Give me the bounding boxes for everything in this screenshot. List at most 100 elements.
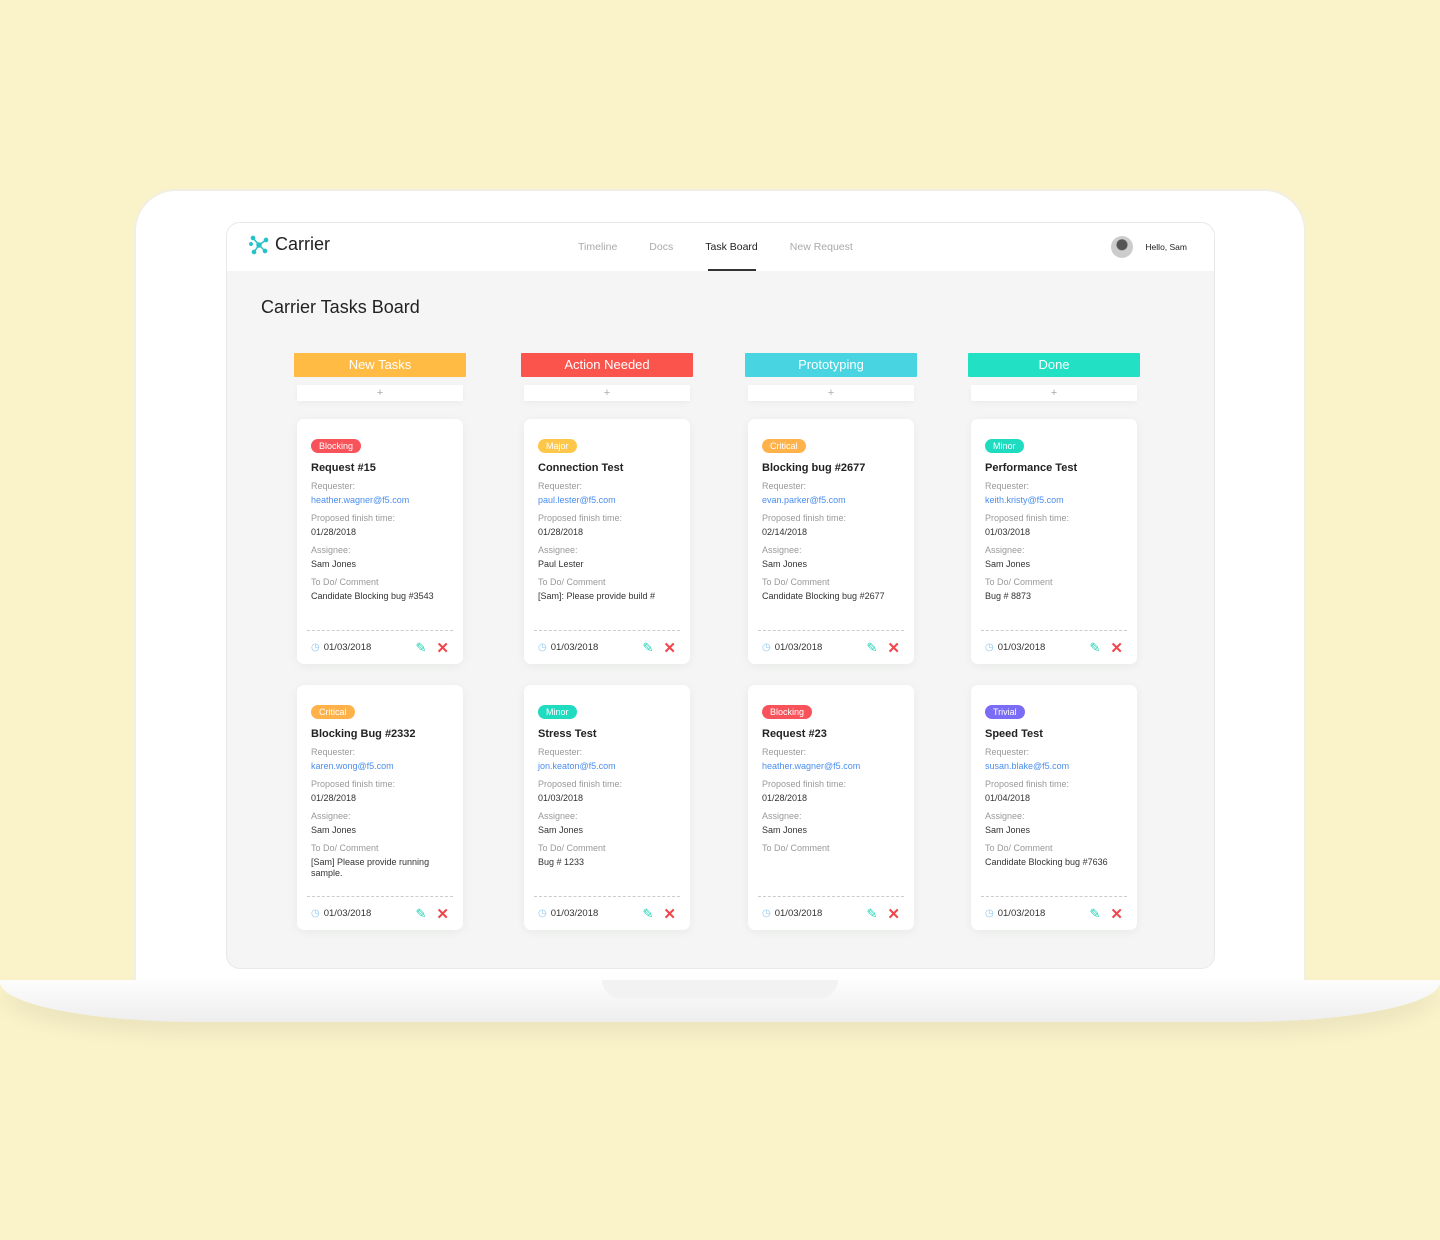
clock-icon: ◷	[985, 908, 994, 919]
task-card[interactable]: Major Connection Test Requester: paul.le…	[524, 419, 690, 664]
card-title: Request #23	[762, 728, 827, 740]
card-footer: ◷ 01/03/2018 ✎ ✕	[307, 896, 453, 930]
requester-label: Requester:	[311, 747, 356, 757]
close-icon[interactable]: ✕	[436, 639, 449, 657]
pencil-icon[interactable]: ✎	[1090, 906, 1101, 922]
priority-badge: Blocking	[311, 439, 362, 453]
nav-new-request[interactable]: New Request	[774, 223, 869, 271]
comment: Bug # 1233	[538, 857, 585, 867]
task-card[interactable]: Blocking Request #23 Requester: heather.…	[748, 685, 914, 930]
requester-email[interactable]: heather.wagner@f5.com	[311, 495, 449, 506]
card-footer: ◷ 01/03/2018 ✎ ✕	[534, 630, 680, 664]
close-icon[interactable]: ✕	[887, 905, 900, 923]
task-card[interactable]: Blocking Request #15 Requester: heather.…	[297, 419, 463, 664]
nav-docs[interactable]: Docs	[633, 223, 689, 271]
assignee: Sam Jones	[762, 559, 808, 569]
close-icon[interactable]: ✕	[1110, 639, 1123, 657]
nav-task-board[interactable]: Task Board	[689, 223, 774, 271]
nav-timeline[interactable]: Timeline	[562, 223, 633, 271]
finish-date: 01/03/2018	[985, 527, 1031, 537]
top-navbar: Carrier Timeline Docs Task Board New Reques…	[227, 223, 1214, 271]
clock-icon: ◷	[311, 908, 320, 919]
add-task-button[interactable]: +	[748, 385, 914, 401]
finish-label: Proposed finish time:	[311, 779, 396, 789]
task-card[interactable]: Critical Blocking bug #2677 Requester: e…	[748, 419, 914, 664]
requester-email[interactable]: keith.kristy@f5.com	[985, 495, 1123, 506]
column-header: New Tasks	[294, 353, 466, 377]
pencil-icon[interactable]: ✎	[416, 640, 427, 656]
comment: Candidate Blocking bug #7636	[985, 857, 1108, 867]
comment-label: To Do/ Comment	[311, 843, 379, 853]
requester-email[interactable]: paul.lester@f5.com	[538, 495, 676, 506]
assignee-label: Assignee:	[762, 811, 802, 821]
logo[interactable]: Carrier	[249, 234, 330, 255]
requester-email[interactable]: heather.wagner@f5.com	[762, 761, 900, 772]
user-menu[interactable]: Hello, Sam	[1111, 236, 1187, 258]
finish-label: Proposed finish time:	[762, 513, 847, 523]
card-title: Speed Test	[985, 728, 1043, 740]
card-date: 01/03/2018	[774, 642, 823, 653]
task-card[interactable]: Minor Performance Test Requester: keith.…	[971, 419, 1137, 664]
app-name: Carrier	[275, 234, 331, 254]
clock-icon: ◷	[762, 642, 771, 653]
close-icon[interactable]: ✕	[436, 905, 449, 923]
pencil-icon[interactable]: ✎	[643, 640, 654, 656]
finish-label: Proposed finish time:	[538, 779, 623, 789]
priority-badge: Minor	[985, 439, 1024, 453]
column-new-tasks: New Tasks + Blocking Request #15 Request…	[294, 353, 466, 930]
task-card[interactable]: Minor Stress Test Requester: jon.keaton@…	[524, 685, 690, 930]
app-screen: Carrier Timeline Docs Task Board New Reques…	[226, 222, 1215, 969]
comment: Candidate Blocking bug #3543	[311, 591, 434, 601]
comment-label: To Do/ Comment	[762, 843, 830, 853]
pencil-icon[interactable]: ✎	[867, 906, 878, 922]
pencil-icon[interactable]: ✎	[643, 906, 654, 922]
card-title: Connection Test	[538, 462, 624, 474]
clock-icon: ◷	[762, 908, 771, 919]
task-card[interactable]: Trivial Speed Test Requester: susan.blak…	[971, 685, 1137, 930]
requester-label: Requester:	[538, 481, 583, 491]
close-icon[interactable]: ✕	[663, 905, 676, 923]
requester-email[interactable]: evan.parker@f5.com	[762, 495, 900, 506]
pencil-icon[interactable]: ✎	[867, 640, 878, 656]
avatar[interactable]	[1111, 236, 1134, 258]
assignee-label: Assignee:	[985, 811, 1025, 821]
finish-label: Proposed finish time:	[985, 779, 1070, 789]
assignee: Sam Jones	[985, 559, 1031, 569]
close-icon[interactable]: ✕	[663, 639, 676, 657]
finish-label: Proposed finish time:	[985, 513, 1070, 523]
column-action-needed: Action Needed + Major Connection Test Re…	[521, 353, 693, 930]
add-task-button[interactable]: +	[524, 385, 690, 401]
card-footer: ◷ 01/03/2018 ✎ ✕	[534, 896, 680, 930]
close-icon[interactable]: ✕	[1110, 905, 1123, 923]
card-title: Stress Test	[538, 728, 597, 740]
pencil-icon[interactable]: ✎	[416, 906, 427, 922]
add-task-button[interactable]: +	[297, 385, 463, 401]
requester-email[interactable]: susan.blake@f5.com	[985, 761, 1123, 772]
column-header: Prototyping	[745, 353, 917, 377]
pencil-icon[interactable]: ✎	[1090, 640, 1101, 656]
user-greeting: Hello, Sam	[1145, 242, 1187, 252]
main-nav: Timeline Docs Task Board New Request	[562, 223, 869, 271]
task-card[interactable]: Critical Blocking Bug #2332 Requester: k…	[297, 685, 463, 930]
molecule-logo-icon	[249, 235, 269, 254]
column-prototyping: Prototyping + Critical Blocking bug #267…	[745, 353, 917, 930]
requester-label: Requester:	[985, 747, 1030, 757]
comment: Candidate Blocking bug #2677	[762, 591, 885, 601]
requester-email[interactable]: karen.wong@f5.com	[311, 761, 449, 772]
priority-badge: Minor	[538, 705, 577, 719]
column-header: Action Needed	[521, 353, 693, 377]
requester-label: Requester:	[985, 481, 1030, 491]
card-footer: ◷ 01/03/2018 ✎ ✕	[307, 630, 453, 664]
priority-badge: Major	[538, 439, 577, 453]
card-date: 01/03/2018	[997, 642, 1046, 653]
card-date: 01/03/2018	[323, 642, 372, 653]
priority-badge: Critical	[762, 439, 806, 453]
comment-label: To Do/ Comment	[311, 577, 379, 587]
requester-email[interactable]: jon.keaton@f5.com	[538, 761, 676, 772]
priority-badge: Blocking	[762, 705, 813, 719]
close-icon[interactable]: ✕	[887, 639, 900, 657]
comment: [Sam]: Please provide build #	[538, 591, 656, 601]
comment-label: To Do/ Comment	[985, 843, 1053, 853]
add-task-button[interactable]: +	[971, 385, 1137, 401]
assignee: Sam Jones	[985, 825, 1031, 835]
